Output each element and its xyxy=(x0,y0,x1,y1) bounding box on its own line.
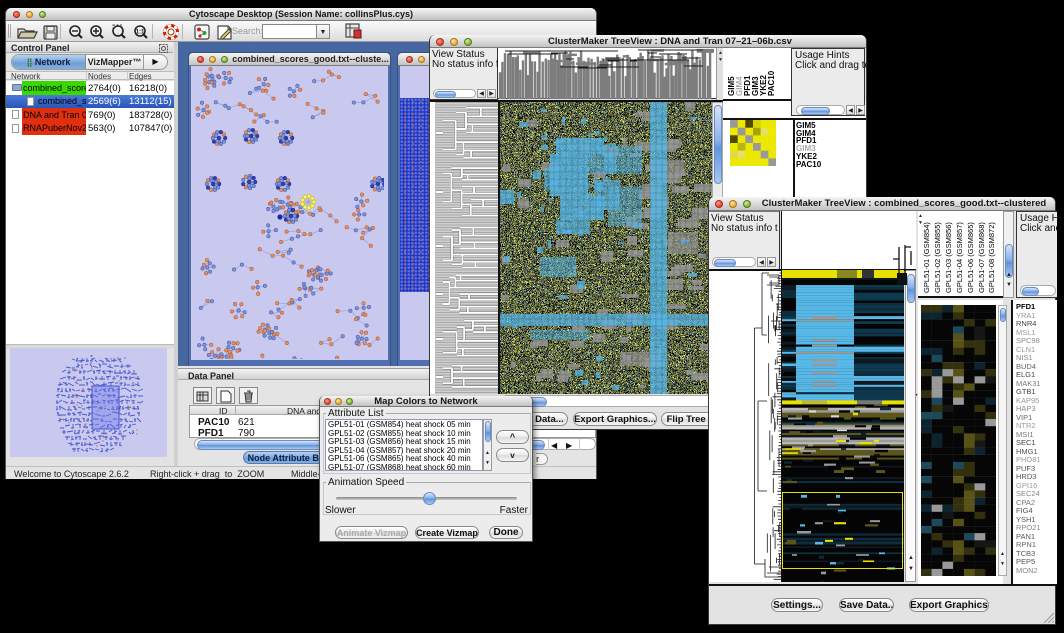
svg-text:1:1: 1:1 xyxy=(136,30,145,36)
